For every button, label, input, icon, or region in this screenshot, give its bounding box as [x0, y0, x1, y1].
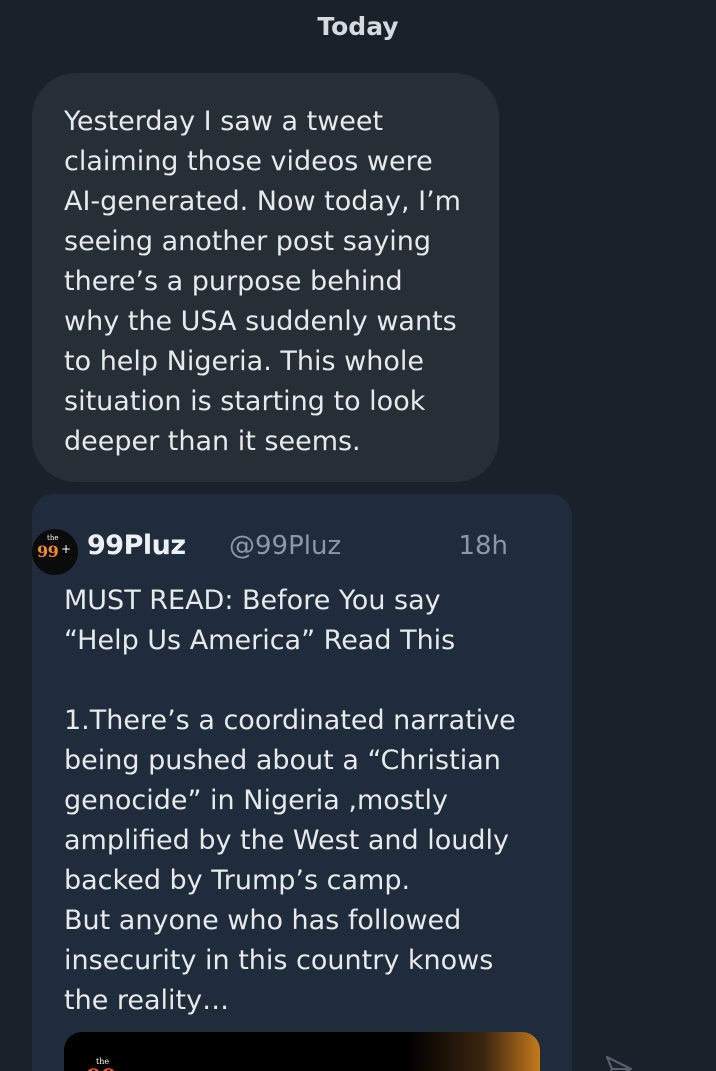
author-avatar[interactable]: the 99 +	[32, 529, 78, 575]
tweet-timestamp: 18h	[458, 531, 508, 561]
avatar-logo-small-text: the	[47, 534, 59, 542]
message-text: Yesterday I saw a tweet claiming those v…	[64, 106, 461, 457]
avatar-logo-plus-text: +	[61, 542, 72, 556]
tweet-header: the 99 + 99Pluz @99Pluz 18h	[32, 526, 508, 575]
author-name[interactable]: 99Pluz	[87, 530, 186, 561]
dm-conversation-screen: Today Yesterday I saw a tweet claiming t…	[0, 0, 716, 1071]
share-icon[interactable]	[604, 1054, 634, 1071]
tweet-media-thumbnail[interactable]: the 99	[64, 1032, 540, 1071]
author-handle[interactable]: @99Pluz	[229, 531, 341, 561]
date-separator: Today	[317, 12, 399, 41]
tweet-body: MUST READ: Before You say “Help Us Ameri…	[64, 585, 516, 1016]
message-bubble[interactable]: Yesterday I saw a tweet claiming those v…	[32, 73, 499, 482]
avatar-logo-main-text: 99	[37, 542, 59, 561]
media-logo-main-text: 99	[86, 1065, 117, 1071]
